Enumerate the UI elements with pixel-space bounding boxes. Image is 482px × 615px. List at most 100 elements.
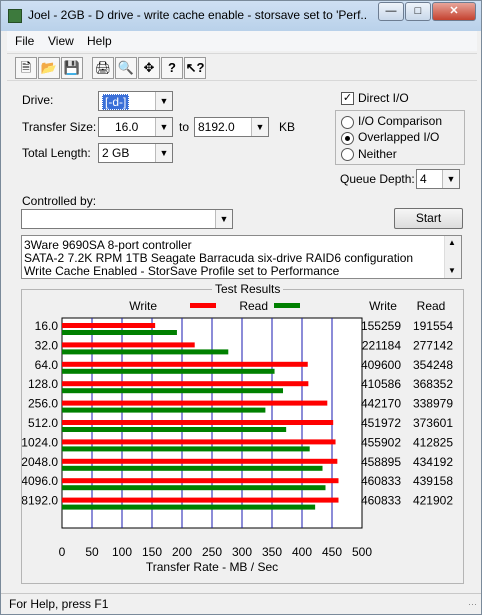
category-label: 64.0 xyxy=(35,358,59,372)
write-column-header: Write xyxy=(369,299,397,313)
minimize-button[interactable]: — xyxy=(378,2,404,21)
read-value: 354248 xyxy=(413,358,453,372)
legend-read-swatch xyxy=(274,303,300,308)
category-label: 4096.0 xyxy=(22,474,58,488)
read-bar xyxy=(62,427,287,432)
chevron-down-icon[interactable]: ▼ xyxy=(155,144,172,162)
move-icon[interactable]: ✥ xyxy=(138,57,160,79)
write-bar xyxy=(62,361,308,367)
results-chart: Write Read Write Read 0 50 100 150 200 250 300… xyxy=(22,299,453,574)
direct-io-label: Direct I/O xyxy=(358,91,409,105)
chevron-down-icon[interactable]: ▼ xyxy=(442,170,459,188)
legend-write-swatch xyxy=(190,303,216,308)
title-bar[interactable]: Joel - 2GB - D drive - write cache enabl… xyxy=(1,1,481,31)
scroll-down-icon[interactable]: ▼ xyxy=(448,266,456,275)
write-bar xyxy=(62,420,334,425)
menu-help[interactable]: Help xyxy=(87,34,112,48)
read-value: 368352 xyxy=(413,377,453,391)
close-button[interactable]: ✕ xyxy=(432,2,476,21)
total-length-label: Total Length: xyxy=(22,146,91,160)
print-icon[interactable]: 🖨 xyxy=(92,57,114,79)
read-value: 412825 xyxy=(413,435,453,449)
queue-depth-label: Queue Depth: xyxy=(340,172,415,186)
transfer-unit-label: KB xyxy=(279,120,296,134)
window-title: Joel - 2GB - D drive - write cache enabl… xyxy=(28,8,368,22)
queue-depth-select[interactable]: 4 ▼ xyxy=(416,169,460,189)
scroll-up-icon[interactable]: ▲ xyxy=(448,238,456,247)
overlapped-io-radio[interactable] xyxy=(341,132,354,145)
notes-textarea[interactable]: 3Ware 9690SA 8-port controller SATA-2 7.… xyxy=(21,235,462,279)
write-value: 221184 xyxy=(362,338,401,352)
read-value: 439158 xyxy=(413,474,453,488)
drive-select[interactable]: [-d-] ▼ xyxy=(98,91,173,111)
io-comparison-label: I/O Comparison xyxy=(358,114,443,128)
read-column-header: Read xyxy=(417,299,446,313)
maximize-button[interactable]: □ xyxy=(405,2,431,21)
neither-radio[interactable] xyxy=(341,148,354,161)
write-value: 458895 xyxy=(361,455,401,469)
overlapped-io-label: Overlapped I/O xyxy=(358,130,440,144)
neither-label: Neither xyxy=(358,147,397,161)
read-bar xyxy=(62,485,326,491)
chevron-down-icon[interactable]: ▼ xyxy=(155,92,172,110)
read-value: 421902 xyxy=(413,494,453,508)
category-label: 8192.0 xyxy=(22,494,58,508)
start-button[interactable]: Start xyxy=(394,208,463,229)
category-label: 512.0 xyxy=(28,416,58,430)
x-tick-label: 50 xyxy=(85,545,99,559)
x-tick-label: 0 xyxy=(59,545,66,559)
menu-view[interactable]: View xyxy=(48,34,74,48)
read-value: 434192 xyxy=(413,455,453,469)
write-value: 410586 xyxy=(361,377,401,391)
chevron-down-icon[interactable]: ▼ xyxy=(155,118,172,136)
toolbar: 🗎 📂 💾 🖨 🔍 ✥ ? ↖? xyxy=(7,53,477,81)
x-tick-label: 400 xyxy=(292,545,312,559)
legend-read-label: Read xyxy=(239,299,268,313)
read-value: 338979 xyxy=(413,397,453,411)
queue-depth-value: 4 xyxy=(420,172,427,186)
transfer-size-from-value: 16.0 xyxy=(115,120,139,134)
menu-file[interactable]: File xyxy=(15,34,34,48)
x-tick-label: 350 xyxy=(262,545,282,559)
controlled-by-label: Controlled by: xyxy=(22,194,97,208)
transfer-size-to-select[interactable]: 8192.0 ▼ xyxy=(194,117,269,137)
print-preview-icon[interactable]: 🔍 xyxy=(115,57,137,79)
chevron-down-icon[interactable]: ▼ xyxy=(251,118,268,136)
read-value: 191554 xyxy=(413,319,453,333)
read-bar xyxy=(62,330,177,335)
app-window: Joel - 2GB - D drive - write cache enabl… xyxy=(0,0,482,615)
chevron-down-icon[interactable]: ▼ xyxy=(215,210,232,228)
read-bar xyxy=(62,504,316,510)
open-icon[interactable]: 📂 xyxy=(38,57,60,79)
controlled-by-select[interactable]: ▼ xyxy=(21,209,233,229)
resize-grip-icon[interactable]: ⋯ xyxy=(468,599,477,610)
save-icon[interactable]: 💾 xyxy=(61,57,83,79)
read-value: 373601 xyxy=(413,416,453,430)
category-label: 16.0 xyxy=(35,319,59,333)
read-bar xyxy=(62,465,323,471)
read-bar xyxy=(62,349,229,355)
x-tick-label: 150 xyxy=(142,545,162,559)
direct-io-checkbox[interactable]: ✓ xyxy=(341,92,354,105)
transfer-size-from-select[interactable]: 16.0 ▼ xyxy=(98,117,173,137)
read-bar xyxy=(62,446,310,452)
x-tick-label: 500 xyxy=(352,545,372,559)
context-help-icon[interactable]: ↖? xyxy=(184,57,206,79)
drive-value: [-d-] xyxy=(102,94,130,110)
write-value: 451972 xyxy=(361,416,401,430)
category-label: 32.0 xyxy=(35,338,59,352)
write-value: 460833 xyxy=(361,474,401,488)
read-bar xyxy=(62,388,284,394)
transfer-size-to-value: 8192.0 xyxy=(198,120,235,134)
write-value: 155259 xyxy=(361,319,401,333)
help-icon[interactable]: ? xyxy=(161,57,183,79)
notes-scrollbar[interactable]: ▲ ▼ xyxy=(444,236,461,278)
write-bar xyxy=(62,381,309,387)
new-icon[interactable]: 🗎 xyxy=(15,57,37,79)
total-length-select[interactable]: 2 GB ▼ xyxy=(98,143,173,163)
write-bar xyxy=(62,439,336,445)
io-comparison-radio[interactable] xyxy=(341,116,354,129)
note-line: 3Ware 9690SA 8-port controller xyxy=(24,238,192,252)
write-bar xyxy=(62,478,339,484)
write-bar xyxy=(62,497,339,503)
